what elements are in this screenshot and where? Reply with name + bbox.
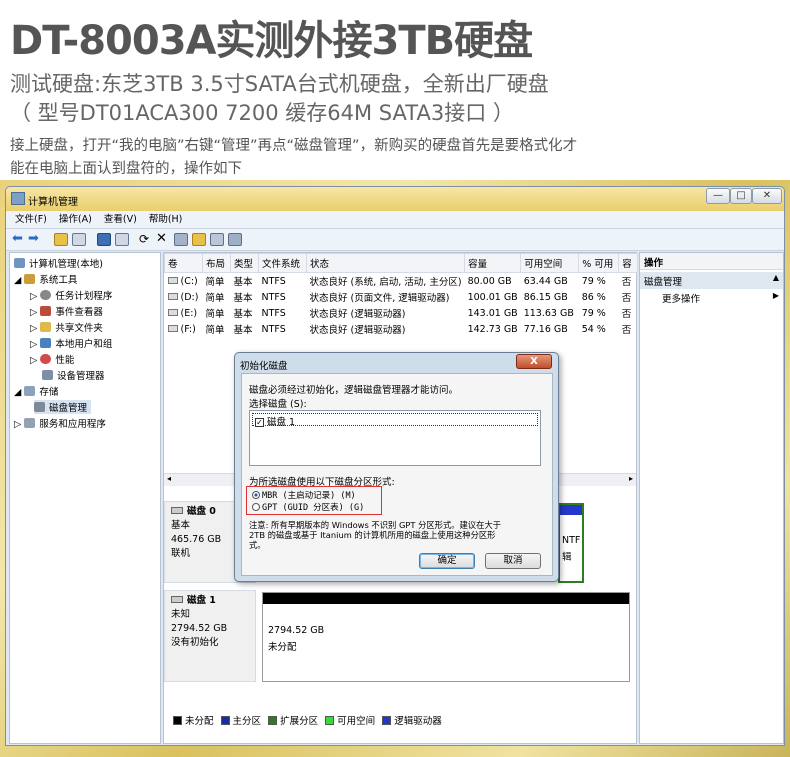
radio-selected-icon[interactable] xyxy=(252,491,260,499)
actions-header: 操作 xyxy=(640,253,783,270)
drive-icon xyxy=(167,308,178,316)
disk-1-info[interactable]: 磁盘 1 未知 2794.52 GB 没有初始化 xyxy=(164,590,256,682)
refresh-icon[interactable]: ⟳ xyxy=(139,233,153,246)
disk-checkbox[interactable]: ✓ xyxy=(255,418,264,427)
tree-item-task-scheduler[interactable]: ▷ 任务计划程序 xyxy=(30,288,112,302)
window-title: 计算机管理 xyxy=(28,197,78,208)
dialog-title: 初始化磁盘 xyxy=(240,361,288,372)
column-percent-free[interactable]: % 可用 xyxy=(578,253,620,273)
open-folder-icon[interactable] xyxy=(192,233,206,246)
delete-icon[interactable]: ✕ xyxy=(156,232,170,246)
drive-icon xyxy=(167,324,178,332)
radio-icon[interactable] xyxy=(252,503,260,511)
disk-icon xyxy=(171,507,183,514)
legend-free: 可用空间 xyxy=(321,716,375,727)
disk-1-unallocated[interactable]: 2794.52 GB 未分配 xyxy=(262,592,630,682)
tree-item-services-applications[interactable]: ▷ 服务和应用程序 xyxy=(14,416,106,430)
column-free-space[interactable]: 可用空间 xyxy=(520,253,580,273)
table-row[interactable]: (C:) 简单 基本 NTFS 状态良好 (系统, 启动, 活动, 主分区) 80.0… xyxy=(165,273,638,290)
volume-table: 卷 布局 类型 文件系统 状态 容量 可用空间 % 可用 容 (C:) 简单 基本… xyxy=(164,253,638,337)
actions-pane: 操作 磁盘管理 ▲ 更多操作 ▶ xyxy=(639,252,784,744)
more-actions[interactable]: 更多操作 ▶ xyxy=(640,289,783,307)
dialog-intro: 磁盘必须经过初始化，逻辑磁盘管理器才能访问。 xyxy=(249,385,459,396)
table-row[interactable]: (F:) 简单 基本 NTFS 状态良好 (逻辑驱动器) 142.73 GB 77.16… xyxy=(165,321,638,337)
initialize-disk-dialog: 初始化磁盘 X 磁盘必须经过初始化，逻辑磁盘管理器才能访问。 选择磁盘 (S):… xyxy=(234,352,559,582)
collapse-icon: ▲ xyxy=(772,273,779,282)
menu-help[interactable]: 帮助(H) xyxy=(149,211,183,229)
scroll-right-icon[interactable]: ▸ xyxy=(629,474,633,483)
drive-icon xyxy=(167,292,178,300)
show-hide-tree-icon[interactable] xyxy=(72,233,86,246)
actions-section-disk-management[interactable]: 磁盘管理 ▲ xyxy=(640,272,783,289)
forward-arrow-icon[interactable]: ➡ xyxy=(28,232,42,246)
note-line-2: 2TB 的磁盘或基于 Itanium 的计算机所用的磁盘上使用这种分区形 xyxy=(249,530,496,540)
menu-action[interactable]: 操作(A) xyxy=(59,211,92,229)
minimize-button[interactable]: — xyxy=(706,188,730,204)
column-volume[interactable]: 卷 xyxy=(164,253,203,273)
legend: 未分配 主分区 扩展分区 可用空间 逻辑驱动器 xyxy=(169,713,442,727)
menu-file[interactable]: 文件(F) xyxy=(15,211,47,229)
tree-item-device-manager[interactable]: 设备管理器 xyxy=(42,368,105,382)
computer-management-icon xyxy=(11,192,25,205)
disk-0-logical-partition[interactable]: NTF 辑 xyxy=(558,503,584,583)
tree-item-performance[interactable]: ▷ 性能 xyxy=(30,352,74,366)
volume-table-header: 卷 布局 类型 文件系统 状态 容量 可用空间 % 可用 容 xyxy=(164,253,638,273)
title-bar[interactable]: 计算机管理 — □ ✕ xyxy=(6,187,784,211)
table-row[interactable]: (E:) 简单 基本 NTFS 状态良好 (逻辑驱动器) 143.01 GB 113.6… xyxy=(165,305,638,321)
ok-button[interactable]: 确定 xyxy=(419,553,475,569)
legend-logical: 逻辑驱动器 xyxy=(378,716,442,727)
tree-item-disk-management[interactable]: 磁盘管理 xyxy=(34,400,92,414)
help-icon[interactable] xyxy=(97,233,111,246)
menu-bar: 文件(F) 操作(A) 查看(V) 帮助(H) xyxy=(6,211,784,229)
up-folder-icon[interactable] xyxy=(54,233,68,246)
tree-item-computer-management[interactable]: 计算机管理(本地) xyxy=(14,256,103,270)
column-status[interactable]: 状态 xyxy=(305,253,466,273)
arrow-right-icon: ▶ xyxy=(772,291,779,300)
navigation-tree: 计算机管理(本地) ◢ 系统工具 ▷ 任务计划程序 ▷ 事件查看器 ▷ 共享文件… xyxy=(9,252,161,744)
drive-icon xyxy=(167,276,178,284)
close-button[interactable]: ✕ xyxy=(752,188,782,204)
legend-primary: 主分区 xyxy=(217,716,261,727)
table-row[interactable]: (D:) 简单 基本 NTFS 状态良好 (页面文件, 逻辑驱动器) 100.01 G… xyxy=(165,289,638,305)
tree-item-local-users-groups[interactable]: ▷ 本地用户和组 xyxy=(30,336,112,350)
dialog-close-button[interactable]: X xyxy=(516,354,552,369)
dialog-body: 磁盘必须经过初始化，逻辑磁盘管理器才能访问。 选择磁盘 (S): ✓ 磁盘 1 为… xyxy=(241,373,553,576)
search-disk-icon[interactable] xyxy=(210,233,224,246)
column-fault-tolerance[interactable]: 容 xyxy=(618,253,638,273)
toolbar: ⬅ ➡ ⟳ ✕ xyxy=(6,229,784,251)
scroll-left-icon[interactable]: ◂ xyxy=(167,474,171,483)
properties-icon[interactable] xyxy=(174,233,188,246)
column-capacity[interactable]: 容量 xyxy=(464,253,522,273)
tree-item-event-viewer[interactable]: ▷ 事件查看器 xyxy=(30,304,103,318)
mbr-option[interactable]: MBR (主启动记录) (M) xyxy=(252,489,356,501)
view-icon[interactable] xyxy=(115,233,129,246)
settings-icon[interactable] xyxy=(228,233,242,246)
select-disk-label: 选择磁盘 (S): xyxy=(249,399,307,410)
subtitle-line-2: （ 型号DT01ACA300 7200 缓存64M SATA3接口 ） xyxy=(10,101,514,125)
legend-unallocated: 未分配 xyxy=(169,716,214,727)
note-line-3: 式。 xyxy=(249,540,266,550)
disk-icon xyxy=(171,596,183,603)
column-layout[interactable]: 布局 xyxy=(202,253,231,273)
cancel-button[interactable]: 取消 xyxy=(485,553,541,569)
description-line-2: 能在电脑上面认到盘符的，操作如下 xyxy=(10,161,242,177)
tree-item-system-tools[interactable]: ◢ 系统工具 xyxy=(14,272,77,286)
subtitle-line-1: 测试硬盘:东芝3TB 3.5寸SATA台式机硬盘，全新出厂硬盘 xyxy=(10,72,549,96)
legend-extended: 扩展分区 xyxy=(264,716,318,727)
disk-list[interactable]: ✓ 磁盘 1 xyxy=(249,410,541,466)
maximize-button[interactable]: □ xyxy=(730,188,752,204)
description-line-1: 接上硬盘，打开“我的电脑”右键“管理”再点“磁盘管理”，新购买的硬盘首先是要格式… xyxy=(10,138,578,154)
menu-view[interactable]: 查看(V) xyxy=(104,211,137,229)
back-arrow-icon[interactable]: ⬅ xyxy=(12,232,26,246)
tree-item-storage[interactable]: ◢ 存储 xyxy=(14,384,58,398)
page-title: DT-8003A实测外接3TB硬盘 xyxy=(10,18,533,64)
tree-item-shared-folders[interactable]: ▷ 共享文件夹 xyxy=(30,320,103,334)
column-type[interactable]: 类型 xyxy=(230,253,259,273)
list-item[interactable]: ✓ 磁盘 1 xyxy=(252,413,538,428)
gpt-option[interactable]: GPT (GUID 分区表) (G) xyxy=(252,501,364,513)
column-filesystem[interactable]: 文件系统 xyxy=(258,253,307,273)
